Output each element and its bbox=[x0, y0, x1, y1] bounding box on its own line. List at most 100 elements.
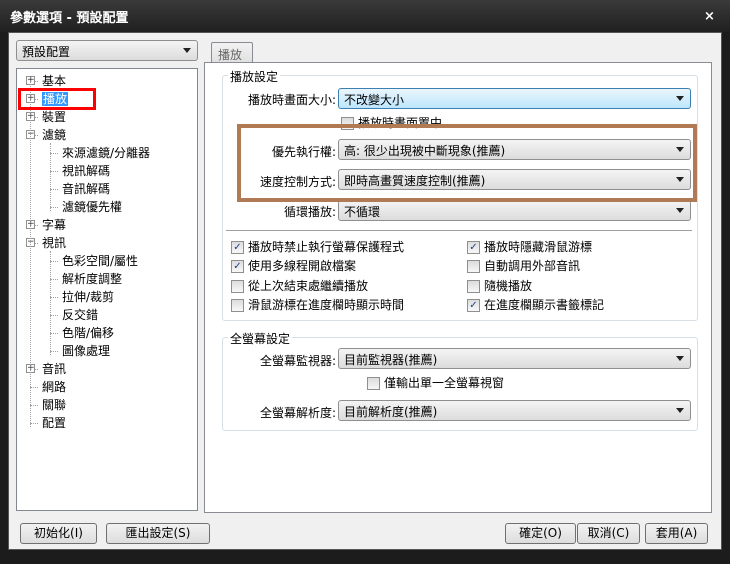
tree-connector bbox=[50, 333, 58, 334]
option-checkbox-label: 播放時隱藏滑鼠游標 bbox=[484, 240, 593, 254]
window-title: 參數選項 - 預設配置 bbox=[10, 11, 129, 26]
option-checkbox-label: 自動調用外部音訊 bbox=[484, 259, 581, 274]
checkbox-box bbox=[467, 279, 480, 293]
size-select-value: 不改變大小 bbox=[344, 93, 405, 107]
tree-connector bbox=[50, 143, 51, 211]
checkbox-box bbox=[367, 377, 380, 390]
tree-item-label: 配置 bbox=[42, 416, 67, 430]
tree-item[interactable]: 視訊 bbox=[42, 235, 66, 251]
tree-item[interactable]: 色階/偏移 bbox=[62, 325, 114, 341]
tree-item[interactable]: 字幕 bbox=[42, 217, 66, 233]
checkbox-box bbox=[231, 279, 244, 293]
tree-item[interactable]: 圖像處理 bbox=[62, 343, 110, 359]
tree-connector bbox=[50, 207, 58, 208]
tree-connector bbox=[30, 405, 38, 406]
option-checkbox[interactable]: ✓ 播放時隱藏滑鼠游標 bbox=[467, 241, 592, 255]
option-checkbox-label: 在進度欄顯示書籤標記 bbox=[484, 297, 605, 312]
tree-item[interactable]: 拉伸/裁剪 bbox=[62, 289, 114, 305]
tree-connector bbox=[50, 251, 51, 355]
highlight-box-red bbox=[18, 88, 96, 110]
tree-item[interactable]: 網路 bbox=[42, 379, 66, 395]
option-checkbox[interactable]: ✓ 在進度欄顯示書籤標記 bbox=[467, 297, 605, 313]
option-checkbox-label: 播放時禁止執行螢幕保護程式 bbox=[248, 240, 405, 254]
option-checkbox-label: 滑鼠游標在進度欄時顯示時間 bbox=[248, 297, 405, 312]
checkbox-box bbox=[467, 260, 480, 274]
reset-button[interactable]: 初始化(I) bbox=[20, 523, 97, 544]
tree-item[interactable]: 裝置 bbox=[42, 109, 66, 125]
single-window-checkbox[interactable]: 僅輸出單一全螢幕視窗 bbox=[367, 377, 504, 391]
tree-item[interactable]: 來源濾鏡/分離器 bbox=[62, 145, 150, 161]
tree-connector bbox=[30, 423, 38, 424]
chevron-down-icon bbox=[676, 408, 684, 413]
tree-item[interactable]: 配置 bbox=[42, 415, 66, 431]
tree-connector bbox=[50, 261, 58, 262]
option-checkbox-label: 從上次結束處繼續播放 bbox=[248, 278, 369, 293]
option-checkbox[interactable]: ✓ 使用多線程開啟檔案 bbox=[231, 260, 356, 274]
settings-tree[interactable]: 基本 + 播放 + 裝置 + 濾鏡 − 來源濾鏡/分離器 視訊解碼 音訊解碼 濾鏡優先權 字幕 + 視訊 − 色… bbox=[16, 68, 198, 511]
checkmark-icon: ✓ bbox=[231, 260, 244, 274]
option-checkbox[interactable]: 從上次結束處繼續播放 bbox=[231, 278, 369, 294]
loop-select[interactable]: 不循環 bbox=[338, 200, 691, 221]
profile-select-value: 預設配置 bbox=[22, 45, 71, 59]
chevron-down-icon bbox=[676, 208, 684, 213]
chevron-down-icon bbox=[676, 96, 684, 101]
tab-playback[interactable]: 播放 bbox=[211, 42, 253, 63]
single-window-label: 僅輸出單一全螢幕視窗 bbox=[384, 376, 505, 390]
option-checkbox[interactable]: 滑鼠游標在進度欄時顯示時間 bbox=[231, 297, 405, 313]
tree-item-label: 音訊解碼 bbox=[62, 182, 111, 196]
checkmark-icon: ✓ bbox=[467, 241, 480, 254]
tree-item[interactable]: 解析度調整 bbox=[62, 271, 122, 287]
tree-item[interactable]: 反交錯 bbox=[62, 307, 98, 323]
tree-item[interactable]: 濾鏡 bbox=[42, 127, 66, 143]
chevron-down-icon bbox=[183, 48, 191, 53]
tree-item[interactable]: 音訊 bbox=[42, 361, 66, 377]
tree-connector bbox=[50, 297, 58, 298]
tree-item-label: 關聯 bbox=[42, 398, 67, 412]
group-label: 全螢幕設定 bbox=[228, 330, 293, 347]
option-checkbox[interactable]: 自動調用外部音訊 bbox=[467, 260, 580, 274]
close-button[interactable]: × bbox=[704, 9, 715, 24]
tree-item[interactable]: 視訊解碼 bbox=[62, 163, 110, 179]
tree-item-label: 視訊解碼 bbox=[62, 164, 111, 178]
option-checkbox[interactable]: 隨機播放 bbox=[467, 279, 532, 294]
tree-item-label: 解析度調整 bbox=[62, 272, 123, 286]
tree-item[interactable]: 濾鏡優先權 bbox=[62, 199, 122, 215]
resolution-label: 全螢幕解析度: bbox=[259, 406, 336, 420]
size-label: 播放時畫面大小: bbox=[247, 93, 336, 107]
tree-item[interactable]: 關聯 bbox=[42, 397, 66, 413]
monitor-label: 全螢幕監視器: bbox=[259, 354, 336, 368]
cancel-button[interactable]: 取消(C) bbox=[577, 523, 640, 544]
tree-item-label: 色彩空間/屬性 bbox=[62, 254, 139, 268]
size-select[interactable]: 不改變大小 bbox=[338, 88, 691, 109]
tree-item-label: 網路 bbox=[42, 380, 67, 394]
tree-connector bbox=[30, 387, 38, 388]
tree-item-label: 反交錯 bbox=[62, 308, 99, 322]
resolution-select[interactable]: 目前解析度(推薦) bbox=[338, 400, 691, 421]
profile-select[interactable]: 預設配置 bbox=[16, 40, 198, 61]
export-settings-button[interactable]: 匯出設定(S) bbox=[106, 523, 210, 544]
tree-item-label: 濾鏡優先權 bbox=[62, 200, 123, 214]
tree-item-label: 字幕 bbox=[42, 218, 67, 232]
monitor-select[interactable]: 目前監視器(推薦) bbox=[338, 348, 691, 369]
tree-connector bbox=[30, 81, 31, 427]
tree-connector bbox=[50, 279, 58, 280]
tree-item-label: 拉伸/裁剪 bbox=[62, 290, 115, 304]
tree-item-label: 色階/偏移 bbox=[62, 326, 115, 340]
loop-label: 循環播放: bbox=[283, 205, 336, 219]
resolution-select-value: 目前解析度(推薦) bbox=[344, 405, 438, 419]
option-checkbox-label: 使用多線程開啟檔案 bbox=[248, 259, 357, 274]
option-checkbox[interactable]: ✓ 播放時禁止執行螢幕保護程式 bbox=[231, 241, 404, 255]
checkmark-icon: ✓ bbox=[467, 298, 480, 312]
tree-item[interactable]: 基本 bbox=[42, 73, 66, 89]
tree-connector bbox=[50, 153, 58, 154]
ok-button[interactable]: 確定(O) bbox=[505, 523, 576, 544]
tree-item-label: 來源濾鏡/分離器 bbox=[62, 146, 151, 160]
tree-item-label: 視訊 bbox=[42, 236, 67, 250]
tree-item[interactable]: 音訊解碼 bbox=[62, 181, 110, 197]
apply-button[interactable]: 套用(A) bbox=[645, 523, 708, 544]
tree-connector bbox=[50, 351, 58, 352]
tree-item-label: 音訊 bbox=[42, 362, 67, 376]
highlight-box-brown bbox=[237, 124, 697, 202]
tree-item-label: 基本 bbox=[42, 74, 67, 88]
tree-item[interactable]: 色彩空間/屬性 bbox=[62, 253, 138, 269]
